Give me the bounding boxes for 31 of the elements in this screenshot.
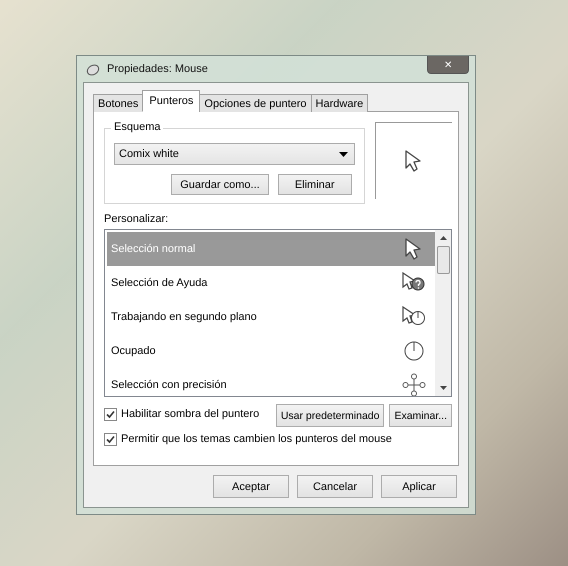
dropdown-arrow-icon <box>338 152 348 156</box>
scheme-dropdown[interactable]: Comix white <box>114 143 355 165</box>
checkbox-label: Habilitar sombra del puntero <box>121 408 260 421</box>
cursor-list-item[interactable]: Selección con precisión <box>107 368 435 396</box>
mouse-icon <box>85 62 101 76</box>
cursor-list-item[interactable]: Selección de Ayuda <box>107 266 435 300</box>
cursor-list-item[interactable]: Ocupado <box>107 334 435 368</box>
close-button[interactable]: ✕ <box>427 56 469 74</box>
cursor-button[interactable]: Examinar... <box>389 404 452 427</box>
checkbox[interactable] <box>104 408 117 421</box>
tab[interactable]: Botones <box>93 94 144 112</box>
crosshair-cursor-icon <box>401 373 427 396</box>
cursor-list-item[interactable]: Trabajando en segundo plano <box>107 300 435 334</box>
tab[interactable]: Punteros <box>142 90 200 112</box>
tab[interactable]: Hardware <box>310 94 368 112</box>
tab[interactable]: Opciones de puntero <box>199 94 312 112</box>
dialog-button[interactable]: Aplicar <box>381 475 457 498</box>
scheme-button[interactable]: Guardar como... <box>171 174 269 195</box>
checkbox-label: Permitir que los temas cambien los punteros del mouse <box>121 433 392 446</box>
dialog-button[interactable]: Cancelar <box>297 475 373 498</box>
scroll-thumb[interactable] <box>436 246 450 274</box>
scroll-up-icon <box>440 236 446 240</box>
checkbox[interactable] <box>104 433 117 446</box>
scrollbar[interactable] <box>435 230 451 396</box>
group-label: Esquema <box>111 121 164 133</box>
dialog-button[interactable]: Aceptar <box>213 475 289 498</box>
customize-label: Personalizar: <box>104 213 170 225</box>
cursor-button[interactable]: Usar predeterminado <box>276 404 384 427</box>
scroll-down-icon <box>440 386 446 390</box>
scheme-button[interactable]: Eliminar <box>278 174 352 195</box>
window-title: Propiedades: Mouse <box>107 63 209 75</box>
